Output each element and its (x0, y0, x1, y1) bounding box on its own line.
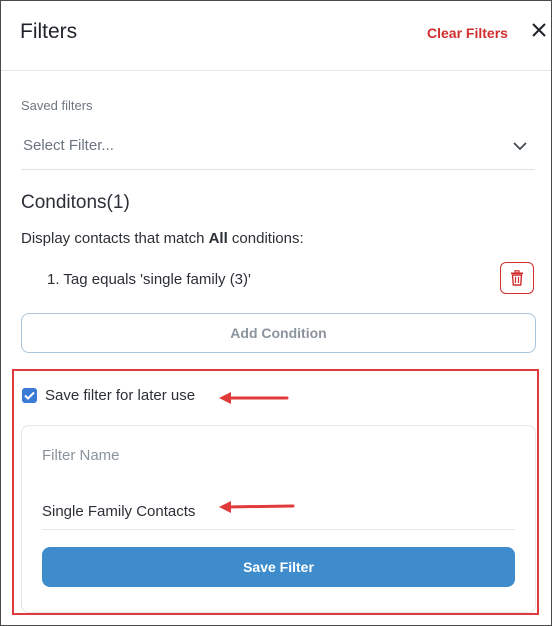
match-suffix: conditions: (227, 230, 304, 247)
annotation-arrow (219, 501, 295, 513)
save-filter-checkbox-label[interactable]: Save filter for later use (45, 387, 195, 404)
close-icon[interactable] (531, 22, 547, 38)
match-mode: All (208, 230, 228, 247)
saved-filters-label: Saved filters (21, 98, 93, 113)
match-prefix: Display contacts that match (21, 230, 209, 247)
condition-item: 1. Tag equals 'single family (3)' (47, 271, 251, 288)
conditions-title: Conditons(1) (21, 192, 130, 213)
add-condition-button[interactable]: Add Condition (21, 313, 536, 353)
filters-panel: Filters Clear Filters Saved filters Sele… (0, 0, 552, 626)
select-filter-placeholder: Select Filter... (23, 137, 114, 154)
delete-condition-button[interactable] (500, 262, 534, 294)
filter-name-label: Filter Name (42, 447, 120, 464)
save-filter-checkbox[interactable] (22, 388, 37, 403)
match-description: Display contacts that match All conditio… (21, 230, 304, 247)
panel-title: Filters (20, 20, 78, 43)
annotation-arrow (219, 392, 289, 404)
clear-filters-link[interactable]: Clear Filters (427, 25, 508, 41)
chevron-down-icon (512, 139, 528, 151)
saved-filter-select[interactable]: Select Filter... (21, 129, 535, 170)
panel-header: Filters Clear Filters (1, 1, 551, 71)
save-filter-button[interactable]: Save Filter (42, 547, 515, 587)
